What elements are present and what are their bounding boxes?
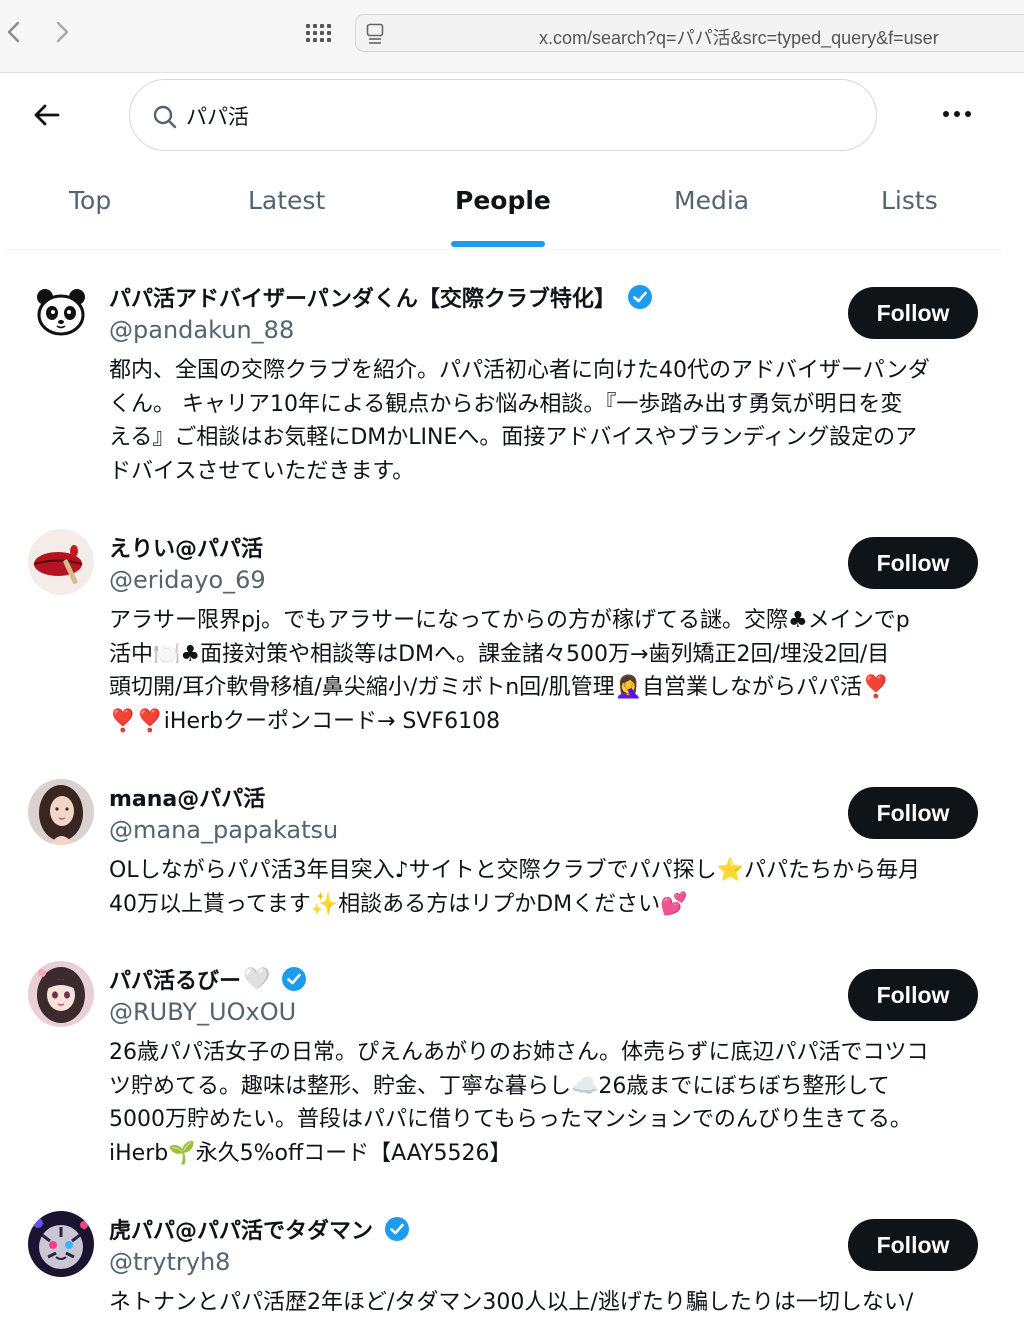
user-display-name: えりい@パパ活: [109, 537, 264, 562]
follow-button[interactable]: Follow: [848, 287, 978, 339]
search-input[interactable]: [186, 100, 826, 132]
bio-line: ツ貯めてる。趣味は整形、貯金、丁寧な暮らし☁️26歳までにぼちぼち整形して: [109, 1073, 890, 1099]
url-text: x.com/search?q=パパ活&src=typed_query&f=use…: [539, 28, 939, 48]
back-arrow-icon[interactable]: [30, 98, 64, 132]
tab-people[interactable]: People: [455, 186, 551, 222]
user-bio: ネトナンとパパ活歴2年ほど/タダマン300人以上/逃げたり騙したりは一切しない/: [109, 1286, 981, 1320]
user-bio: 都内、全国の交際クラブを紹介。パパ活初心者に向けた40代のアドバイザーパンダ く…: [109, 354, 981, 488]
woman-avatar[interactable]: [28, 779, 94, 845]
verified-badge-icon: [280, 965, 308, 993]
address-bar[interactable]: x.com/search?q=パパ活&src=typed_query&f=use…: [355, 14, 1024, 52]
user-handle: @mana_papakatsu: [109, 816, 339, 844]
bio-line: ドバイスさせていただきます。: [109, 458, 415, 484]
tab-media[interactable]: Media: [674, 186, 749, 222]
tab-divider: [4, 249, 1002, 250]
bio-line: 都内、全国の交際クラブを紹介。パパ活初心者に向けた40代のアドバイザーパンダ: [109, 358, 930, 383]
bio-line: OLしながらパパ活3年目突入♪サイトと交際クラブでパパ探し⭐パパたちから毎月: [109, 858, 921, 883]
page-settings-icon[interactable]: [366, 23, 386, 45]
tab-overview-grid-icon[interactable]: [304, 20, 334, 50]
follow-button[interactable]: Follow: [848, 787, 978, 839]
bio-line: アラサー限界pj。でもアラサーになってからの方が稼げてる謎。交際♣メインでp: [109, 608, 910, 633]
search-box: [129, 79, 877, 151]
tab-top[interactable]: Top: [69, 186, 111, 222]
user-display-name: 虎パパ@パパ活でタダマン: [109, 1219, 374, 1244]
bio-line: 頭切開/耳介軟骨移植/鼻尖縮小/ガミボトn回/肌管理🤦‍♀️自営業しながらパパ活…: [109, 675, 890, 700]
browser-forward-icon[interactable]: [50, 16, 74, 48]
user-display-name: パパ活るびー: [109, 969, 242, 994]
bio-line: える』ご相談はお気軽にDMかLINEへ。面接アドバイスやブランディング設定のア: [109, 425, 918, 450]
user-handle: @trytryh8: [109, 1248, 231, 1276]
panda-avatar[interactable]: [28, 279, 94, 345]
user-bio: アラサー限界pj。でもアラサーになってからの方が稼げてる謎。交際♣メインでp 活…: [109, 604, 981, 738]
user-name-row[interactable]: 虎パパ@パパ活でタダマン: [109, 1212, 411, 1246]
follow-button[interactable]: Follow: [848, 969, 978, 1021]
user-handle: @RUBY_UOxOU: [109, 998, 297, 1026]
user-name-row[interactable]: パパ活るびー 🤍: [109, 962, 308, 996]
search-icon: [152, 104, 178, 130]
bio-line: 5000万貯めたい。普段はパパに借りてもらったマンションでのんびり生きてる。: [109, 1107, 912, 1132]
browser-toolbar: x.com/search?q=パパ活&src=typed_query&f=use…: [0, 0, 1024, 73]
verified-badge-icon: [383, 1215, 411, 1243]
user-name-row[interactable]: えりい@パパ活: [109, 530, 263, 564]
user-bio: OLしながらパパ活3年目突入♪サイトと交際クラブでパパ探し⭐パパたちから毎月 4…: [109, 854, 981, 921]
user-display-name: mana@パパ活: [109, 787, 266, 812]
active-tab-indicator: [451, 241, 545, 247]
more-options-icon[interactable]: [940, 100, 974, 128]
bio-line: ネトナンとパパ活歴2年ほど/タダマン300人以上/逃げたり騙したりは一切しない/: [109, 1290, 914, 1315]
user-name-row[interactable]: パパ活アドバイザーパンダくん【交際クラブ特化】: [109, 280, 654, 314]
tiger-avatar[interactable]: [28, 1211, 94, 1277]
follow-button[interactable]: Follow: [848, 1219, 978, 1271]
user-handle: @eridayo_69: [109, 566, 266, 594]
bio-line: 26歳パパ活女子の日常。ぴえんあがりのお姉さん。体売らずに底辺パパ活でコツコ: [109, 1040, 929, 1065]
bio-line: 活中🍽️♣面接対策や相談等はDMへ。課金諸々500万→歯列矯正2回/埋没2回/目: [109, 641, 890, 667]
verified-badge-icon: [626, 283, 654, 311]
user-handle: @pandakun_88: [109, 316, 295, 344]
browser-back-icon[interactable]: [2, 16, 26, 48]
user-display-name: パパ活アドバイザーパンダくん【交際クラブ特化】: [109, 287, 616, 312]
user-bio: 26歳パパ活女子の日常。ぴえんあがりのお姉さん。体売らずに底辺パパ活でコツコ ツ…: [109, 1036, 981, 1170]
follow-button[interactable]: Follow: [848, 537, 978, 589]
bio-line: 40万以上貰ってます✨相談ある方はリプかDMください💕: [109, 891, 688, 917]
user-name-row[interactable]: mana@パパ活: [109, 780, 265, 814]
tab-lists[interactable]: Lists: [881, 186, 938, 222]
white-heart-icon: 🤍: [243, 966, 271, 992]
bio-line: iHerb🌱永久5%offコード【AAY5526】: [109, 1140, 512, 1166]
anime-girl-avatar[interactable]: [28, 961, 94, 1027]
tab-latest[interactable]: Latest: [248, 186, 325, 222]
bio-line: くん。 キャリア10年による観点からお悩み相談。『一歩踏み出す勇気が明日を変: [109, 391, 903, 417]
lips-avatar[interactable]: [28, 529, 94, 595]
bio-line: ❣️❣️iHerbクーポンコード→ SVF6108: [109, 708, 501, 734]
